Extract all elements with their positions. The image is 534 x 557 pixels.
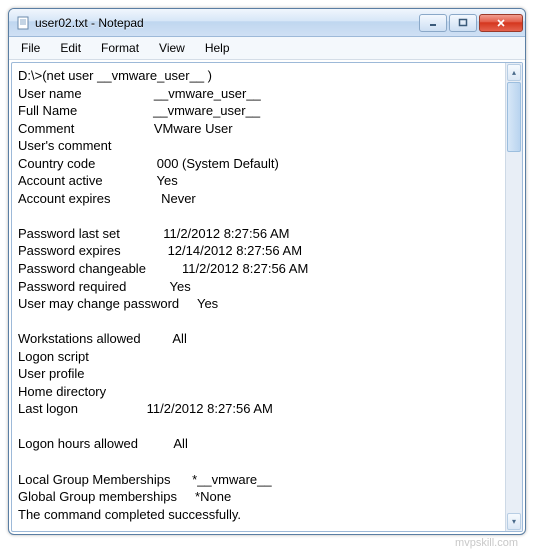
global-grp-label: Global Group memberships [18, 489, 177, 504]
comment-value: VMware User [154, 121, 233, 136]
pw-req-label: Password required [18, 279, 126, 294]
scroll-track[interactable] [507, 82, 521, 512]
menu-file[interactable]: File [13, 39, 48, 57]
menu-view[interactable]: View [151, 39, 193, 57]
last-logon-value: 11/2/2012 8:27:56 AM [147, 401, 273, 416]
scroll-down-button[interactable]: ▾ [507, 513, 521, 530]
pw-set-label: Password last set [18, 226, 120, 241]
full-name-value: __vmware_user__ [153, 103, 260, 118]
titlebar[interactable]: user02.txt - Notepad [9, 9, 525, 37]
window-controls [417, 14, 523, 32]
home-dir-label: Home directory [18, 384, 106, 399]
menu-edit[interactable]: Edit [52, 39, 89, 57]
user-name-value: __vmware_user__ [154, 86, 261, 101]
user-name-label: User name [18, 86, 82, 101]
country-value: 000 (System Default) [157, 156, 279, 171]
pw-may-value: Yes [197, 296, 218, 311]
local-grp-label: Local Group Memberships [18, 472, 170, 487]
notepad-window: user02.txt - Notepad File Edit Format Vi… [8, 8, 526, 535]
menu-help[interactable]: Help [197, 39, 238, 57]
ws-label: Workstations allowed [18, 331, 141, 346]
pw-chg-value: 11/2/2012 8:27:56 AM [182, 261, 308, 276]
pw-may-label: User may change password [18, 296, 179, 311]
country-label: Country code [18, 156, 95, 171]
completed-line: The command completed successfully. [18, 507, 241, 522]
notepad-icon [15, 15, 31, 31]
editor-area: D:\>(net user __vmware_user__ ) User nam… [11, 62, 523, 532]
pw-exp-value: 12/14/2012 8:27:56 AM [168, 243, 302, 258]
user-profile-label: User profile [18, 366, 84, 381]
expires-value: Never [161, 191, 196, 206]
pw-chg-label: Password changeable [18, 261, 146, 276]
users-comment-label: User's comment [18, 138, 112, 153]
menubar: File Edit Format View Help [9, 37, 525, 60]
vertical-scrollbar[interactable]: ▴ ▾ [505, 63, 522, 531]
scroll-thumb[interactable] [507, 82, 521, 152]
pw-exp-label: Password expires [18, 243, 121, 258]
comment-label: Comment [18, 121, 74, 136]
watermark: mvpskill.com [8, 535, 526, 549]
cmd-line: D:\>(net user __vmware_user__ ) [18, 68, 212, 83]
menu-format[interactable]: Format [93, 39, 147, 57]
pw-set-value: 11/2/2012 8:27:56 AM [163, 226, 289, 241]
pw-req-value: Yes [170, 279, 191, 294]
scroll-up-button[interactable]: ▴ [507, 64, 521, 81]
active-label: Account active [18, 173, 103, 188]
hours-label: Logon hours allowed [18, 436, 138, 451]
window-title: user02.txt - Notepad [35, 16, 417, 30]
local-grp-value: *__vmware__ [192, 472, 272, 487]
maximize-button[interactable] [449, 14, 477, 32]
minimize-button[interactable] [419, 14, 447, 32]
full-name-label: Full Name [18, 103, 77, 118]
expires-label: Account expires [18, 191, 111, 206]
global-grp-value: *None [195, 489, 231, 504]
close-button[interactable] [479, 14, 523, 32]
ws-value: All [172, 331, 186, 346]
logon-script-label: Logon script [18, 349, 89, 364]
active-value: Yes [157, 173, 178, 188]
hours-value: All [173, 436, 187, 451]
text-content[interactable]: D:\>(net user __vmware_user__ ) User nam… [12, 63, 505, 531]
last-logon-label: Last logon [18, 401, 78, 416]
